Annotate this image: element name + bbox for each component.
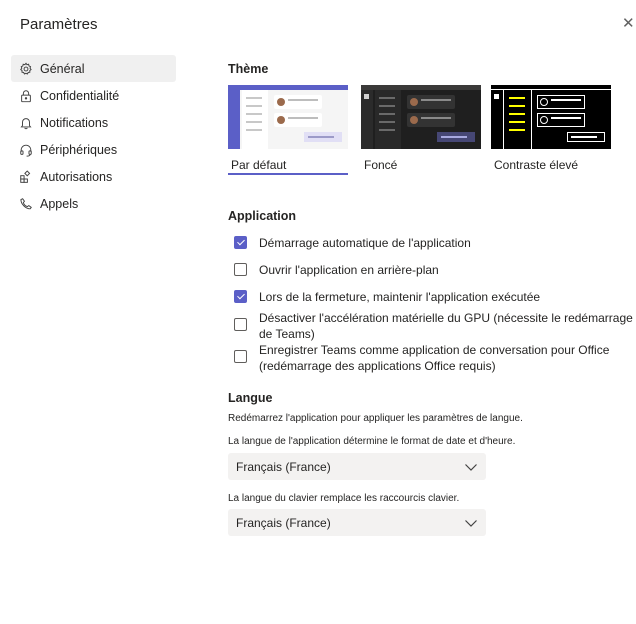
- option-keep-running[interactable]: Lors de la fermeture, maintenir l'applic…: [234, 289, 540, 305]
- page-title: Paramètres: [20, 16, 98, 33]
- theme-default-label: Par défaut: [231, 158, 287, 172]
- headset-icon: [19, 143, 33, 157]
- language-restart-note: Redémarrez l'application pour appliquer …: [228, 413, 523, 424]
- sidebar-item-permissions[interactable]: Autorisations: [11, 163, 176, 190]
- checkbox[interactable]: [234, 263, 247, 276]
- checkbox[interactable]: [234, 236, 247, 249]
- lock-icon: [19, 89, 33, 103]
- theme-title: Thème: [228, 62, 269, 76]
- application-title: Application: [228, 209, 297, 223]
- option-label: Désactiver l'accélération matérielle du …: [259, 311, 633, 341]
- option-label: Enregistrer Teams comme application de c…: [259, 343, 610, 373]
- sidebar-item-label: Confidentialité: [40, 88, 120, 103]
- sidebar-item-privacy[interactable]: Confidentialité: [11, 82, 176, 109]
- sidebar-item-calls[interactable]: Appels: [11, 190, 176, 217]
- grid-icon: [19, 169, 33, 184]
- theme-dark-preview: [361, 85, 481, 149]
- sidebar-item-devices[interactable]: Périphériques: [11, 136, 176, 163]
- theme-dark-label: Foncé: [364, 158, 398, 172]
- sidebar-item-label: Notifications: [40, 115, 109, 130]
- close-icon[interactable]: ✕: [622, 14, 636, 34]
- app-language-select[interactable]: Français (France): [228, 453, 486, 480]
- theme-high-contrast[interactable]: Contraste élevé: [491, 85, 611, 172]
- app-language-note: La langue de l'application détermine le …: [228, 436, 516, 447]
- option-label: Démarrage automatique de l'application: [259, 236, 471, 250]
- theme-default-preview: [228, 85, 348, 149]
- sidebar-item-label: Périphériques: [40, 142, 118, 157]
- app-language-value: Français (France): [236, 459, 331, 474]
- chevron-down-icon: [464, 460, 478, 474]
- language-title: Langue: [228, 391, 273, 405]
- sidebar-item-general[interactable]: Général: [11, 55, 176, 82]
- sidebar-item-label: Autorisations: [40, 169, 113, 184]
- theme-high-contrast-preview: [491, 85, 611, 149]
- sidebar-item-notifications[interactable]: Notifications: [11, 109, 176, 136]
- bell-icon: [19, 116, 33, 130]
- option-register-office-chat[interactable]: Enregistrer Teams comme application de c…: [234, 342, 636, 374]
- keyboard-language-value: Français (France): [236, 515, 331, 530]
- checkbox[interactable]: [234, 318, 247, 331]
- keyboard-language-note: La langue du clavier remplace les raccou…: [228, 493, 460, 504]
- sidebar-item-label: Général: [40, 61, 85, 76]
- option-disable-gpu[interactable]: Désactiver l'accélération matérielle du …: [234, 310, 636, 342]
- theme-dark[interactable]: Foncé: [361, 85, 481, 172]
- checkbox[interactable]: [234, 290, 247, 303]
- option-label: Ouvrir l'application en arrière-plan: [259, 263, 439, 277]
- sidebar-item-label: Appels: [40, 196, 79, 211]
- keyboard-language-select[interactable]: Français (France): [228, 509, 486, 536]
- checkbox[interactable]: [234, 350, 247, 363]
- settings-window: Paramètres ✕ Général Confidentialité Not…: [0, 0, 636, 624]
- chevron-down-icon: [464, 516, 478, 530]
- option-label: Lors de la fermeture, maintenir l'applic…: [259, 290, 541, 304]
- gear-icon: [19, 62, 33, 76]
- theme-default[interactable]: Par défaut: [228, 85, 348, 175]
- theme-selected-indicator: [228, 173, 348, 175]
- option-auto-start[interactable]: Démarrage automatique de l'application: [234, 235, 471, 251]
- option-open-background[interactable]: Ouvrir l'application en arrière-plan: [234, 262, 439, 278]
- sidebar: Général Confidentialité Notifications Pé…: [11, 55, 176, 217]
- theme-high-contrast-label: Contraste élevé: [494, 158, 579, 172]
- phone-icon: [19, 197, 33, 211]
